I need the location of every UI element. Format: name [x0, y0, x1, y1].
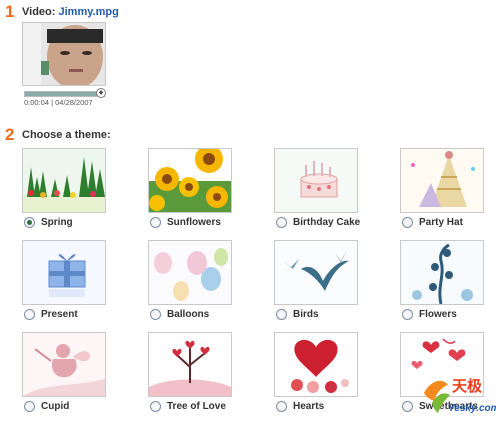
- theme-radio[interactable]: [24, 309, 35, 320]
- theme-option-birthday-cake[interactable]: Birthday Cake: [276, 217, 360, 228]
- watermark-brand: 天极: [452, 377, 483, 395]
- theme-label: Tree of Love: [167, 401, 226, 412]
- spring-thumbnail: [22, 148, 106, 213]
- theme-label: Spring: [41, 217, 73, 228]
- video-preview[interactable]: [22, 22, 106, 86]
- birds-thumbnail: [274, 240, 358, 305]
- theme-label: Cupid: [41, 401, 70, 412]
- yesky-logo-icon: 天极 Yesky.com: [424, 377, 500, 414]
- theme-card-present[interactable]: Present: [20, 240, 140, 325]
- theme-option-hearts[interactable]: Hearts: [276, 401, 324, 412]
- theme-option-flowers[interactable]: Flowers: [402, 309, 457, 320]
- theme-radio[interactable]: [276, 217, 287, 228]
- theme-option-cupid[interactable]: Cupid: [24, 401, 69, 412]
- theme-card-birds[interactable]: Birds: [272, 240, 392, 325]
- theme-radio[interactable]: [402, 217, 413, 228]
- theme-option-spring[interactable]: Spring: [24, 217, 73, 228]
- video-scrubber-handle[interactable]: ◆: [96, 88, 106, 98]
- theme-label: Balloons: [167, 309, 210, 320]
- present-thumbnail: [22, 240, 106, 305]
- theme-label: Birds: [293, 309, 319, 320]
- video-filename-link[interactable]: Jimmy.mpg: [58, 6, 118, 18]
- theme-card-birthday-cake[interactable]: Birthday Cake: [272, 148, 392, 233]
- theme-radio[interactable]: [402, 309, 413, 320]
- theme-card-tree-of-love[interactable]: Tree of Love: [146, 332, 266, 417]
- theme-label: Birthday Cake: [293, 217, 361, 228]
- theme-card-balloons[interactable]: Balloons: [146, 240, 266, 325]
- hearts-thumbnail: [274, 332, 358, 397]
- theme-option-tree-of-love[interactable]: Tree of Love: [150, 401, 226, 412]
- flowers-thumbnail: [400, 240, 484, 305]
- video-scrubber-track[interactable]: [24, 91, 105, 97]
- step-2-number: 2: [5, 125, 15, 144]
- balloons-thumbnail: [148, 240, 232, 305]
- theme-label: Present: [41, 309, 78, 320]
- yesky-watermark: 天极 Yesky.com: [422, 373, 500, 417]
- theme-option-party-hat[interactable]: Party Hat: [402, 217, 463, 228]
- theme-radio[interactable]: [150, 309, 161, 320]
- theme-label: Hearts: [293, 401, 325, 412]
- theme-card-party-hat[interactable]: Party Hat: [398, 148, 500, 233]
- theme-radio[interactable]: [402, 401, 413, 412]
- theme-radio[interactable]: [24, 217, 35, 228]
- video-face-thumbnail: [23, 23, 105, 85]
- cupid-thumbnail: [22, 332, 106, 397]
- theme-option-birds[interactable]: Birds: [276, 309, 319, 320]
- theme-card-flowers[interactable]: Flowers: [398, 240, 500, 325]
- watermark-site: Yesky.com: [448, 403, 496, 414]
- video-timestamp: 0:00:04 | 04/28/2007: [24, 98, 93, 107]
- theme-option-balloons[interactable]: Balloons: [150, 309, 209, 320]
- birthday-cake-thumbnail: [274, 148, 358, 213]
- video-heading: Video: Jimmy.mpg: [22, 6, 119, 18]
- theme-radio[interactable]: [150, 217, 161, 228]
- theme-label: Flowers: [419, 309, 457, 320]
- theme-radio[interactable]: [24, 401, 35, 412]
- theme-card-spring[interactable]: Spring: [20, 148, 140, 233]
- theme-card-hearts[interactable]: Hearts: [272, 332, 392, 417]
- step-1-number: 1: [5, 2, 15, 21]
- theme-option-present[interactable]: Present: [24, 309, 78, 320]
- theme-option-sunflowers[interactable]: Sunflowers: [150, 217, 221, 228]
- video-scrubber-fill: [25, 92, 101, 96]
- theme-card-sunflowers[interactable]: Sunflowers: [146, 148, 266, 233]
- theme-card-cupid[interactable]: Cupid: [20, 332, 140, 417]
- theme-radio[interactable]: [150, 401, 161, 412]
- video-label: Video:: [22, 6, 56, 18]
- theme-radio[interactable]: [276, 401, 287, 412]
- theme-label: Party Hat: [419, 217, 463, 228]
- theme-radio[interactable]: [276, 309, 287, 320]
- party-hat-thumbnail: [400, 148, 484, 213]
- theme-heading: Choose a theme:: [22, 129, 111, 141]
- sunflowers-thumbnail: [148, 148, 232, 213]
- theme-label: Sunflowers: [167, 217, 221, 228]
- tree-of-love-thumbnail: [148, 332, 232, 397]
